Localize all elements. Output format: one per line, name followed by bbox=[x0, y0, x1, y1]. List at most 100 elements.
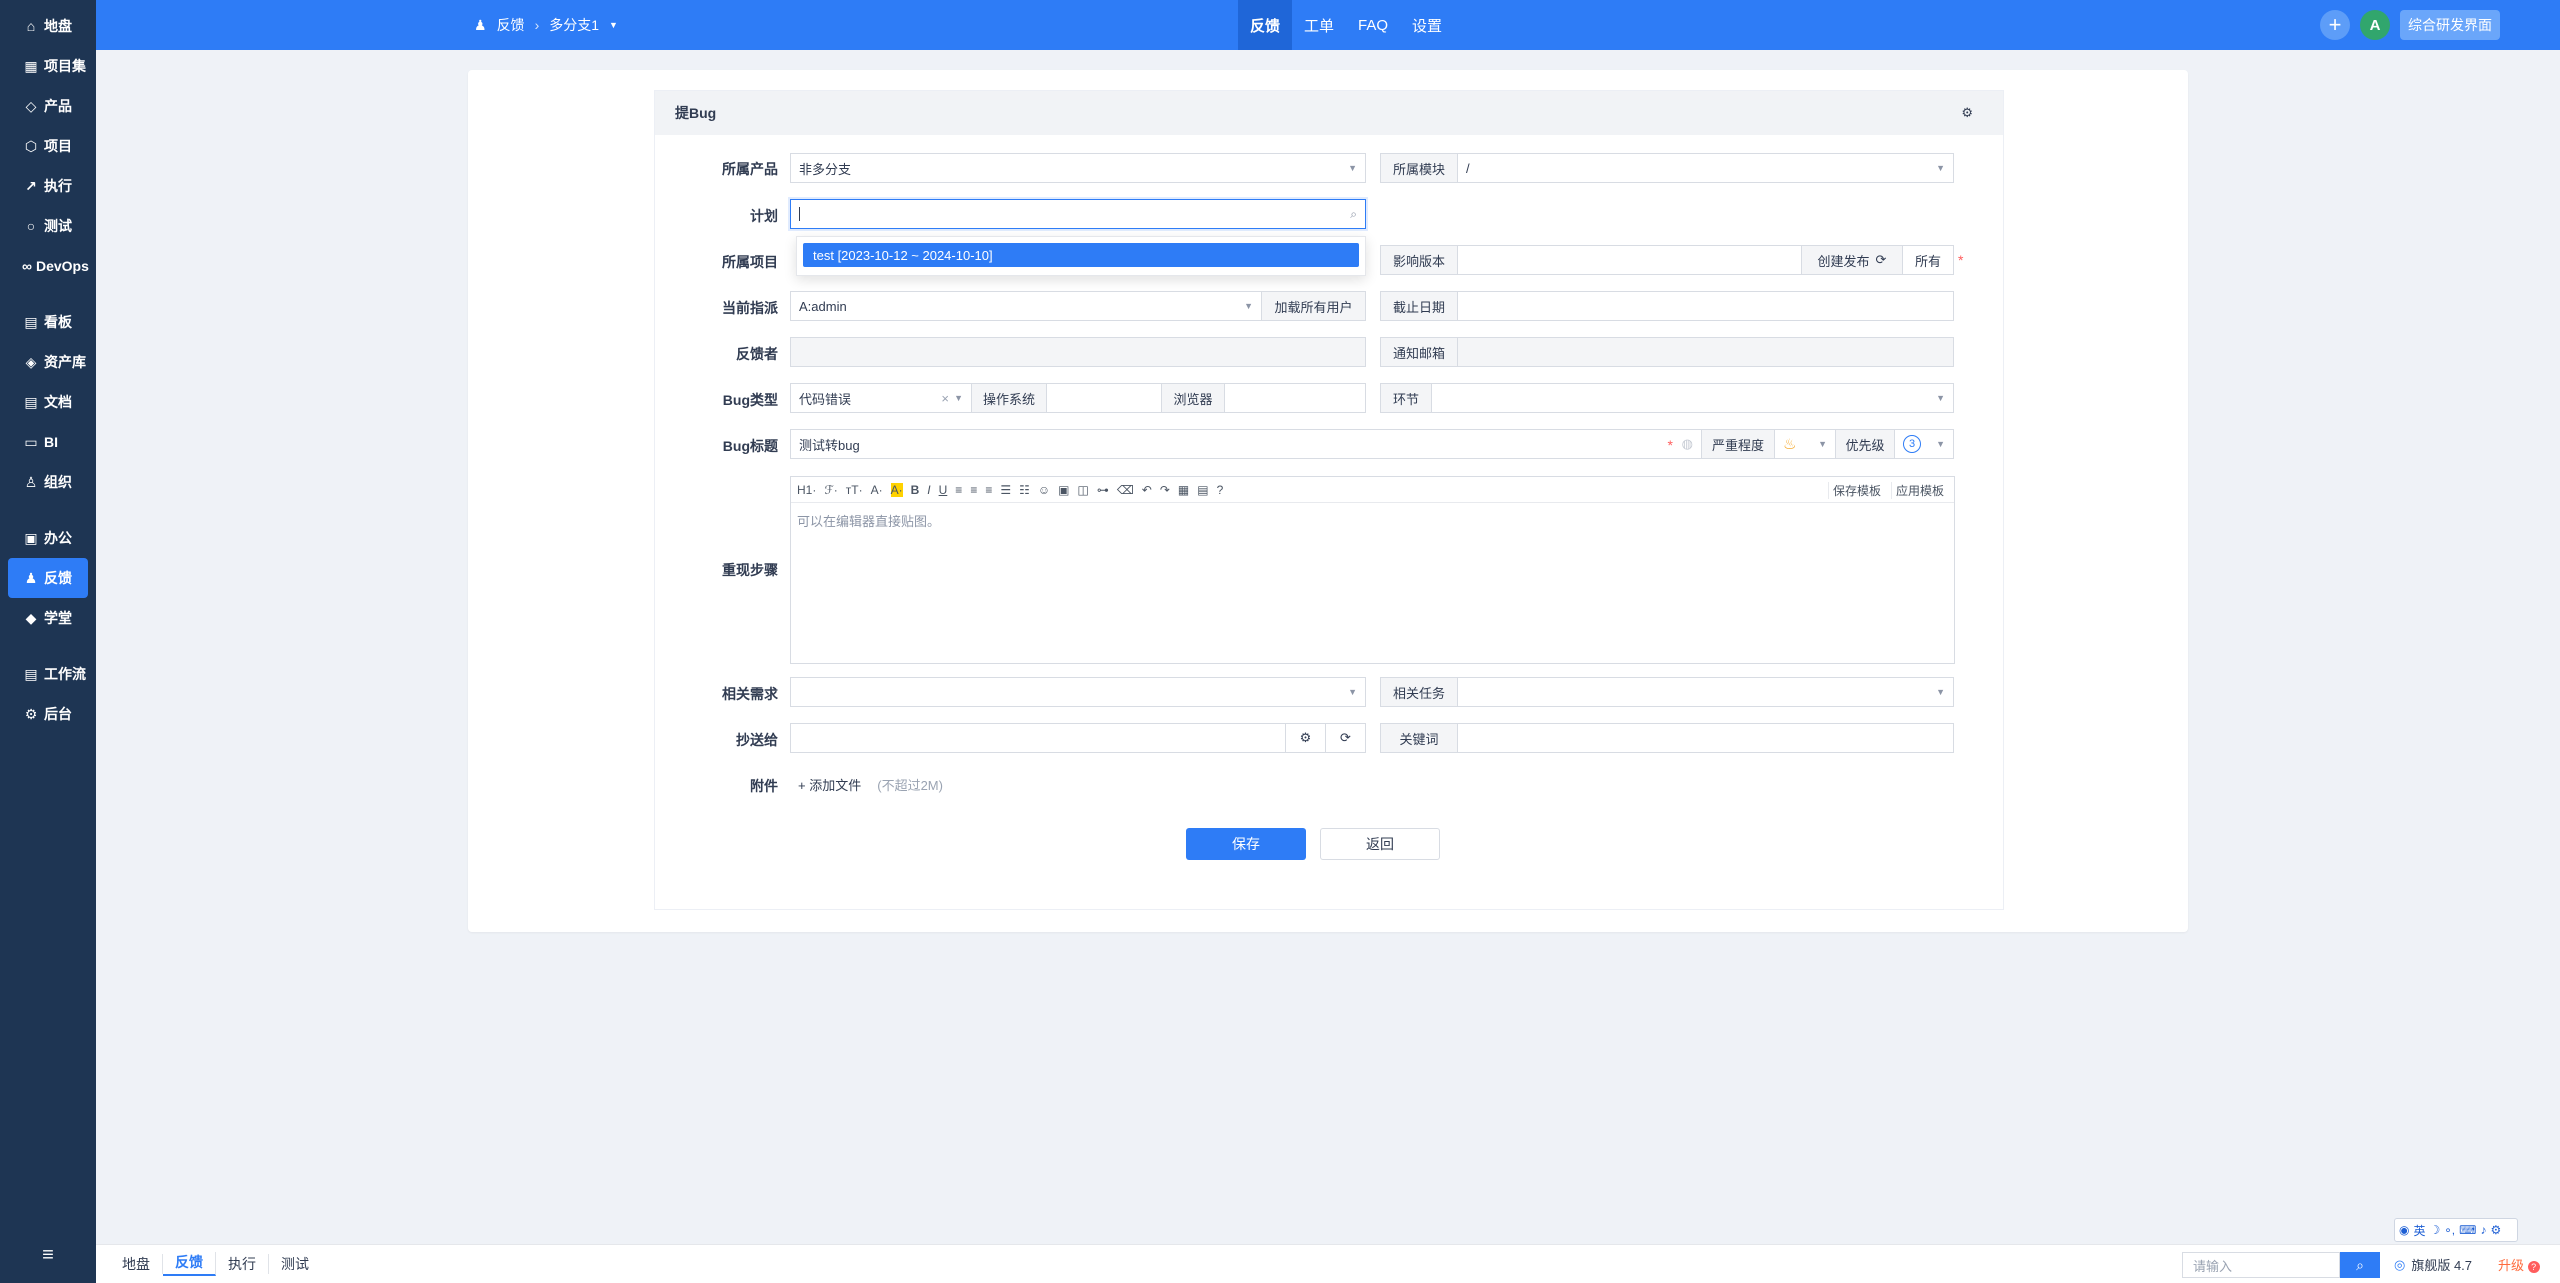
table-icon[interactable]: ▦ bbox=[1178, 483, 1189, 497]
os-select[interactable] bbox=[1046, 383, 1162, 413]
redo-icon[interactable]: ↷ bbox=[1160, 483, 1170, 497]
font-color-button[interactable]: A· bbox=[871, 483, 883, 497]
sidebar-item-workflow[interactable]: ▤ 工作流 bbox=[8, 654, 88, 694]
sidebar-item-feedback[interactable]: ♟ 反馈 bbox=[8, 558, 88, 598]
clear-format-icon[interactable]: ⌫ bbox=[1117, 483, 1134, 497]
steps-editor[interactable]: H1· ℱ· тT· A· A· B I U ≡ ≡ ≡ ☰ ☷ ☺ ▣ ◫ ⊶… bbox=[790, 476, 1955, 664]
gear-icon[interactable]: ⚙ bbox=[1961, 105, 1973, 121]
product-select[interactable]: 非多分支 ▼ bbox=[790, 153, 1366, 183]
image-icon[interactable]: ▣ bbox=[1058, 483, 1069, 497]
heading-button[interactable]: H1· bbox=[797, 483, 816, 497]
all-builds-toggle[interactable]: 所有 bbox=[1902, 245, 1954, 275]
browser-select[interactable] bbox=[1224, 383, 1366, 413]
ime-toolbar[interactable]: ◉ 英 ☽ ∘, ⌨ ♪ ⚙ bbox=[2394, 1218, 2518, 1242]
sidebar-item-school[interactable]: ◆ 学堂 bbox=[8, 598, 88, 638]
color-picker-icon[interactable]: ◍ bbox=[1682, 436, 1693, 452]
code-icon[interactable]: ◫ bbox=[1077, 483, 1088, 497]
cc-select[interactable] bbox=[790, 723, 1286, 753]
link-icon[interactable]: ⊶ bbox=[1097, 483, 1109, 497]
keyword-label: 关键词 bbox=[1380, 723, 1458, 753]
save-template-button[interactable]: 保存模板 bbox=[1827, 481, 1885, 499]
ordered-list-icon[interactable]: ☰ bbox=[1000, 483, 1011, 497]
version-info[interactable]: ◎ 旗舰版 4.7 bbox=[2394, 1255, 2472, 1274]
plan-option[interactable]: test [2023-10-12 ~ 2024-10-10] bbox=[803, 243, 1359, 267]
sidebar-item-bi[interactable]: ▭ BI bbox=[8, 422, 88, 462]
sidebar-item-assetlib[interactable]: ◈ 资产库 bbox=[8, 342, 88, 382]
undo-icon[interactable]: ↶ bbox=[1142, 483, 1152, 497]
sidebar-item-execution[interactable]: ↗ 执行 bbox=[8, 166, 88, 206]
italic-button[interactable]: I bbox=[927, 483, 930, 497]
ui-switch-button[interactable]: 综合研发界面 bbox=[2400, 10, 2500, 40]
font-family-button[interactable]: ℱ· bbox=[824, 483, 837, 497]
sidebar-item-product[interactable]: ◇ 产品 bbox=[8, 86, 88, 126]
add-icon[interactable]: + bbox=[2320, 10, 2350, 40]
module-select[interactable]: / ▼ bbox=[1457, 153, 1954, 183]
task-select[interactable]: ▼ bbox=[1457, 677, 1954, 707]
build-select[interactable] bbox=[1457, 245, 1802, 275]
menu-toggle-icon[interactable]: ≡ bbox=[0, 1235, 96, 1275]
test-icon: ○ bbox=[26, 218, 36, 234]
plan-search-input[interactable]: ⌕ bbox=[790, 199, 1366, 229]
save-button[interactable]: 保存 bbox=[1186, 828, 1306, 860]
tab-ticket[interactable]: 工单 bbox=[1292, 0, 1346, 50]
stage-select[interactable]: ▼ bbox=[1431, 383, 1954, 413]
font-size-button[interactable]: тT· bbox=[846, 483, 863, 497]
sidebar-item-dashboard[interactable]: ⌂ 地盘 bbox=[8, 6, 88, 46]
back-button[interactable]: 返回 bbox=[1320, 828, 1440, 860]
search-icon[interactable]: ⌕ bbox=[2340, 1252, 2380, 1278]
align-right-icon[interactable]: ≡ bbox=[985, 483, 992, 497]
sidebar-item-test[interactable]: ○ 测试 bbox=[8, 206, 88, 246]
sidebar-item-project[interactable]: ⬡ 项目 bbox=[8, 126, 88, 166]
help-icon: ? bbox=[2527, 1261, 2540, 1273]
chevron-down-icon: ▼ bbox=[1936, 393, 1945, 403]
cc-settings-button[interactable]: ⚙ bbox=[1285, 723, 1326, 753]
align-left-icon[interactable]: ≡ bbox=[955, 483, 962, 497]
bottom-tab-dashboard[interactable]: 地盘 bbox=[110, 1254, 163, 1274]
load-all-users-button[interactable]: 加载所有用户 bbox=[1261, 291, 1366, 321]
apply-template-button[interactable]: 应用模板 bbox=[1890, 481, 1948, 499]
global-search-input[interactable]: 请输入 bbox=[2182, 1252, 2340, 1278]
severity-select[interactable]: ♨3▼ bbox=[1774, 429, 1836, 459]
bug-type-select[interactable]: 代码错误 × ▼ bbox=[790, 383, 972, 413]
unordered-list-icon[interactable]: ☷ bbox=[1019, 483, 1030, 497]
breadcrumb-root[interactable]: 反馈 bbox=[497, 15, 525, 35]
tab-settings[interactable]: 设置 bbox=[1400, 0, 1454, 50]
bottom-tab-feedback[interactable]: 反馈 bbox=[163, 1252, 216, 1276]
priority-select[interactable]: 3 ▼ bbox=[1894, 429, 1954, 459]
bug-title-input[interactable]: 测试转bug * ◍ bbox=[790, 429, 1702, 459]
sidebar-item-program[interactable]: ▦ 项目集 bbox=[8, 46, 88, 86]
severity-icon: ♨ bbox=[1783, 436, 1797, 453]
chevron-down-icon: ▼ bbox=[1244, 301, 1253, 311]
highlight-button[interactable]: A· bbox=[890, 482, 903, 497]
create-release-button[interactable]: 创建发布 ⟳ bbox=[1801, 245, 1903, 275]
keyword-input[interactable] bbox=[1457, 723, 1954, 753]
align-center-icon[interactable]: ≡ bbox=[970, 483, 977, 497]
bold-button[interactable]: B bbox=[911, 483, 920, 497]
clear-icon[interactable]: × bbox=[941, 391, 949, 406]
chevron-down-icon: ▼ bbox=[1936, 687, 1945, 697]
underline-button[interactable]: U bbox=[939, 483, 948, 497]
breadcrumb-current[interactable]: 多分支1 bbox=[549, 15, 599, 35]
avatar[interactable]: A bbox=[2360, 10, 2390, 40]
emoji-icon[interactable]: ☺ bbox=[1038, 483, 1050, 497]
sidebar-item-admin[interactable]: ⚙ 后台 bbox=[8, 694, 88, 734]
bottom-tab-execution[interactable]: 执行 bbox=[216, 1254, 269, 1274]
os-label-text: 操作系统 bbox=[982, 391, 1035, 407]
tab-feedback[interactable]: 反馈 bbox=[1238, 0, 1293, 50]
form-header: 提Bug ⚙ bbox=[655, 91, 2003, 135]
sidebar-item-devops[interactable]: ∞ DevOps bbox=[8, 246, 89, 286]
sidebar-item-kanban[interactable]: ▤ 看板 bbox=[8, 302, 88, 342]
upgrade-link[interactable]: 升级 ? bbox=[2498, 1255, 2540, 1274]
add-file-button[interactable]: + 添加文件 bbox=[798, 775, 861, 794]
sidebar-item-doc[interactable]: ▤ 文档 bbox=[8, 382, 88, 422]
deadline-input[interactable] bbox=[1457, 291, 1954, 321]
cc-refresh-button[interactable]: ⟳ bbox=[1325, 723, 1366, 753]
story-select[interactable]: ▼ bbox=[790, 677, 1366, 707]
template-icon[interactable]: ▤ bbox=[1197, 483, 1208, 497]
bottom-tab-test[interactable]: 测试 bbox=[269, 1254, 321, 1274]
sidebar-item-office[interactable]: ▣ 办公 bbox=[8, 518, 88, 558]
sidebar-item-org[interactable]: ♙ 组织 bbox=[8, 462, 88, 502]
assignee-select[interactable]: A:admin ▼ bbox=[790, 291, 1262, 321]
help-icon[interactable]: ? bbox=[1217, 483, 1224, 497]
tab-faq[interactable]: FAQ bbox=[1346, 0, 1400, 50]
